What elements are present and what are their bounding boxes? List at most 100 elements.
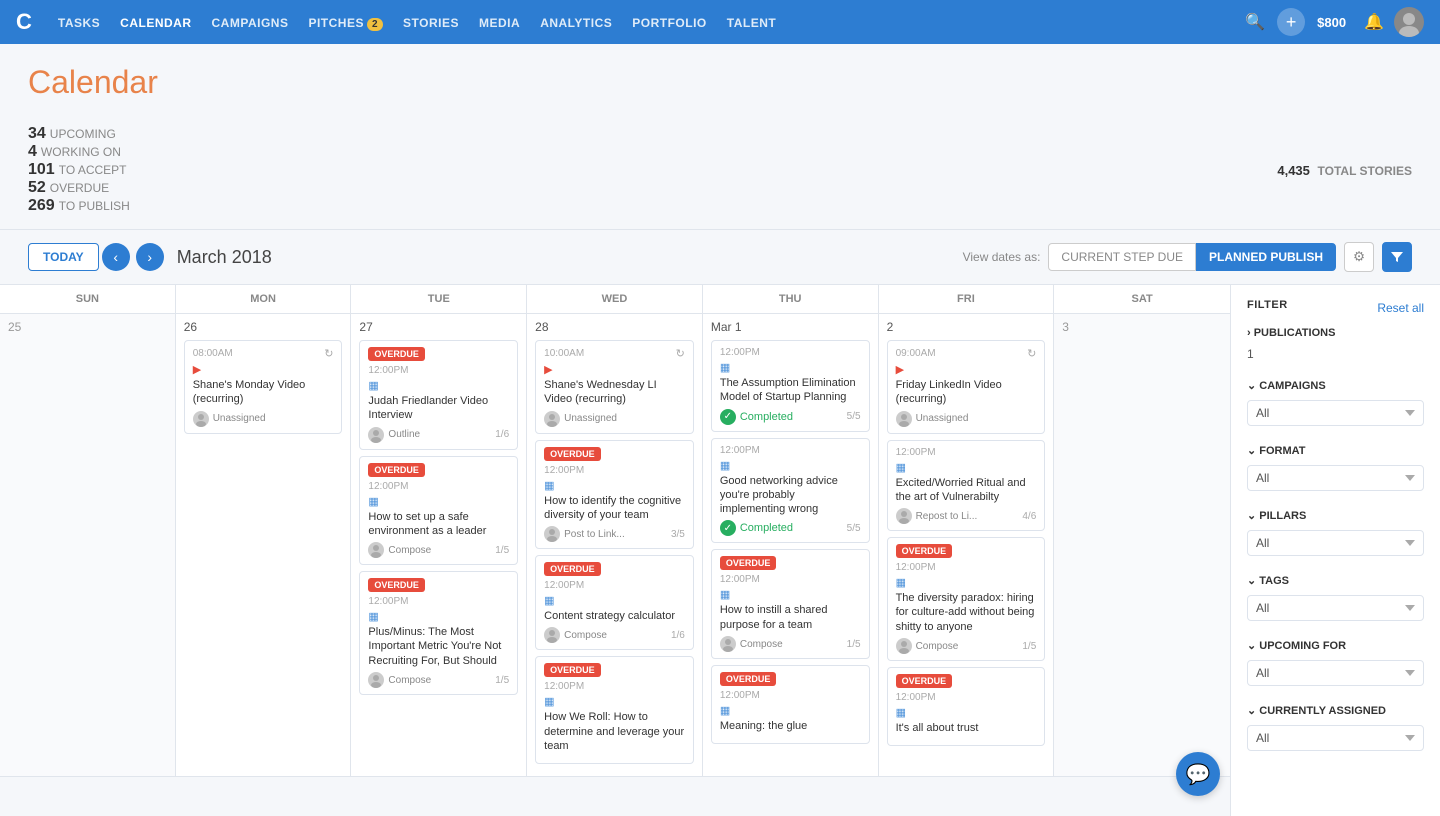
card-assignee: Unassigned: [544, 411, 685, 427]
calendar-controls: TODAY ‹ › March 2018 View dates as: CURR…: [0, 230, 1440, 285]
prev-month-button[interactable]: ‹: [102, 243, 130, 271]
view-planned-publish[interactable]: PLANNED PUBLISH: [1196, 243, 1336, 271]
story-card[interactable]: 12:00PM ▦Good networking advice you're p…: [711, 438, 870, 544]
card-time-row: 12:00PM: [368, 596, 509, 607]
nav-item-analytics[interactable]: ANALYTICS: [530, 12, 622, 34]
card-assignee: Repost to Li... 4/6: [896, 508, 1037, 524]
card-time: 12:00PM: [896, 562, 936, 573]
filter-section-label: ⌄ FORMAT: [1247, 444, 1306, 457]
nav-item-talent[interactable]: TALENT: [717, 12, 786, 34]
overdue-badge: OVERDUE: [544, 663, 601, 677]
card-assignee: Compose 1/6: [544, 627, 685, 643]
doc-format-icon: ▦: [720, 704, 730, 717]
filter-section-campaigns: ⌄ CAMPAIGNS All: [1247, 379, 1424, 426]
filter-section-header[interactable]: ⌄ PILLARS: [1247, 509, 1424, 522]
nav-item-tasks[interactable]: TASKS: [48, 12, 110, 34]
reset-all-button[interactable]: Reset all: [1377, 301, 1424, 315]
step-progress: 1/5: [1022, 641, 1036, 652]
view-current-step-due[interactable]: CURRENT STEP DUE: [1048, 243, 1196, 271]
nav-item-portfolio[interactable]: PORTFOLIO: [622, 12, 717, 34]
filter-section-header[interactable]: › PUBLICATIONS: [1247, 327, 1424, 339]
story-card[interactable]: OVERDUE 12:00PM ▦Content strategy calcul…: [535, 555, 694, 650]
filter-select-currently-assigned[interactable]: All: [1247, 725, 1424, 751]
today-button[interactable]: TODAY: [28, 243, 99, 271]
stat-upcoming[interactable]: 34UPCOMING: [28, 125, 130, 143]
stat-to-publish[interactable]: 269TO PUBLISH: [28, 197, 130, 215]
nav-items: TASKSCALENDARCAMPAIGNSPITCHES2STORIESMED…: [48, 15, 786, 30]
story-card[interactable]: OVERDUE 12:00PM ▦It's all about trust: [887, 667, 1046, 746]
nav-item-pitches[interactable]: PITCHES2: [298, 12, 393, 34]
gear-button[interactable]: ⚙: [1344, 242, 1374, 272]
page-header: Calendar: [0, 44, 1440, 125]
card-time-row: 10:00AM ↻: [544, 347, 685, 360]
doc-format-icon: ▦: [368, 379, 378, 392]
filter-section-header[interactable]: ⌄ CURRENTLY ASSIGNED: [1247, 704, 1424, 717]
card-time: 12:00PM: [720, 347, 760, 358]
step-progress: 4/6: [1022, 511, 1036, 522]
filter-button[interactable]: [1382, 242, 1412, 272]
filter-section-header[interactable]: ⌄ CAMPAIGNS: [1247, 379, 1424, 392]
overdue-badge: OVERDUE: [896, 674, 953, 688]
assignee-name: Unassigned: [916, 413, 969, 424]
card-time: 12:00PM: [720, 574, 760, 585]
video-format-icon: ▶: [896, 363, 904, 376]
story-card[interactable]: OVERDUE 12:00PM ▦Meaning: the glue: [711, 665, 870, 744]
assignee-avatar: [368, 427, 384, 443]
story-card[interactable]: 09:00AM ↻ ▶Friday LinkedIn Video (recurr…: [887, 340, 1046, 434]
filter-select-format[interactable]: All: [1247, 465, 1424, 491]
story-card[interactable]: OVERDUE 12:00PM ▦How to instill a shared…: [711, 549, 870, 659]
story-card[interactable]: OVERDUE 12:00PM ▦How to identify the cog…: [535, 440, 694, 550]
video-format-icon: ▶: [193, 363, 201, 376]
stat-to-accept[interactable]: 101TO ACCEPT: [28, 161, 130, 179]
search-icon[interactable]: 🔍: [1237, 8, 1273, 36]
story-card[interactable]: OVERDUE 12:00PM ▦The diversity paradox: …: [887, 537, 1046, 661]
card-time: 12:00PM: [368, 481, 408, 492]
story-card[interactable]: 12:00PM ▦The Assumption Elimination Mode…: [711, 340, 870, 432]
overdue-badge: OVERDUE: [544, 562, 601, 576]
filter-section-header[interactable]: ⌄ TAGS: [1247, 574, 1424, 587]
filter-header: FILTER Reset all: [1247, 299, 1424, 317]
story-card[interactable]: OVERDUE 12:00PM ▦How to set up a safe en…: [359, 456, 518, 566]
filter-section-label: ⌄ UPCOMING FOR: [1247, 639, 1346, 652]
filter-section-header[interactable]: ⌄ FORMAT: [1247, 444, 1424, 457]
chat-button[interactable]: 💬: [1176, 752, 1220, 796]
add-button[interactable]: +: [1277, 8, 1305, 36]
assignee-avatar: [544, 627, 560, 643]
story-card[interactable]: 08:00AM ↻ ▶Shane's Monday Video (recurri…: [184, 340, 343, 434]
day-number: 3: [1062, 320, 1222, 334]
story-card[interactable]: OVERDUE 12:00PM ▦Plus/Minus: The Most Im…: [359, 571, 518, 695]
nav-item-campaigns[interactable]: CAMPAIGNS: [202, 12, 299, 34]
stat-working-on[interactable]: 4WORKING ON: [28, 143, 130, 161]
filter-section-header[interactable]: ⌄ UPCOMING FOR: [1247, 639, 1424, 652]
day-number: 25: [8, 320, 167, 334]
card-time-row: 12:00PM: [896, 447, 1037, 458]
nav-item-calendar[interactable]: CALENDAR: [110, 12, 201, 34]
story-card[interactable]: OVERDUE 12:00PM ▦How We Roll: How to det…: [535, 656, 694, 764]
card-title: How to identify the cognitive diversity …: [544, 494, 685, 523]
overdue-badge: OVERDUE: [368, 578, 425, 592]
story-card[interactable]: OVERDUE 12:00PM ▦Judah Friedlander Video…: [359, 340, 518, 450]
next-month-button[interactable]: ›: [136, 243, 164, 271]
filter-select-campaigns[interactable]: All: [1247, 400, 1424, 426]
stats-items: 34UPCOMING4WORKING ON101TO ACCEPT52OVERD…: [28, 125, 158, 215]
story-card[interactable]: 12:00PM ▦Excited/Worried Ritual and the …: [887, 440, 1046, 532]
logo[interactable]: C: [16, 9, 32, 35]
day-number: 27: [359, 320, 518, 334]
assignee-avatar: [896, 411, 912, 427]
nav-item-stories[interactable]: STORIES: [393, 12, 469, 34]
card-time: 12:00PM: [720, 690, 760, 701]
story-card[interactable]: 10:00AM ↻ ▶Shane's Wednesday LI Video (r…: [535, 340, 694, 434]
user-avatar[interactable]: [1394, 7, 1424, 37]
completed-label: Completed: [740, 411, 793, 423]
card-time-row: 12:00PM: [544, 465, 685, 476]
stat-overdue[interactable]: 52OVERDUE: [28, 179, 130, 197]
assignee-name: Unassigned: [213, 413, 266, 424]
notifications-icon[interactable]: 🔔: [1358, 12, 1390, 32]
filter-select-tags[interactable]: All: [1247, 595, 1424, 621]
assignee-name: Compose: [388, 545, 431, 556]
assignee-name: Unassigned: [564, 413, 617, 424]
navbar: C TASKSCALENDARCAMPAIGNSPITCHES2STORIESM…: [0, 0, 1440, 44]
filter-select-pillars[interactable]: All: [1247, 530, 1424, 556]
nav-item-media[interactable]: MEDIA: [469, 12, 530, 34]
filter-select-upcoming-for[interactable]: All: [1247, 660, 1424, 686]
